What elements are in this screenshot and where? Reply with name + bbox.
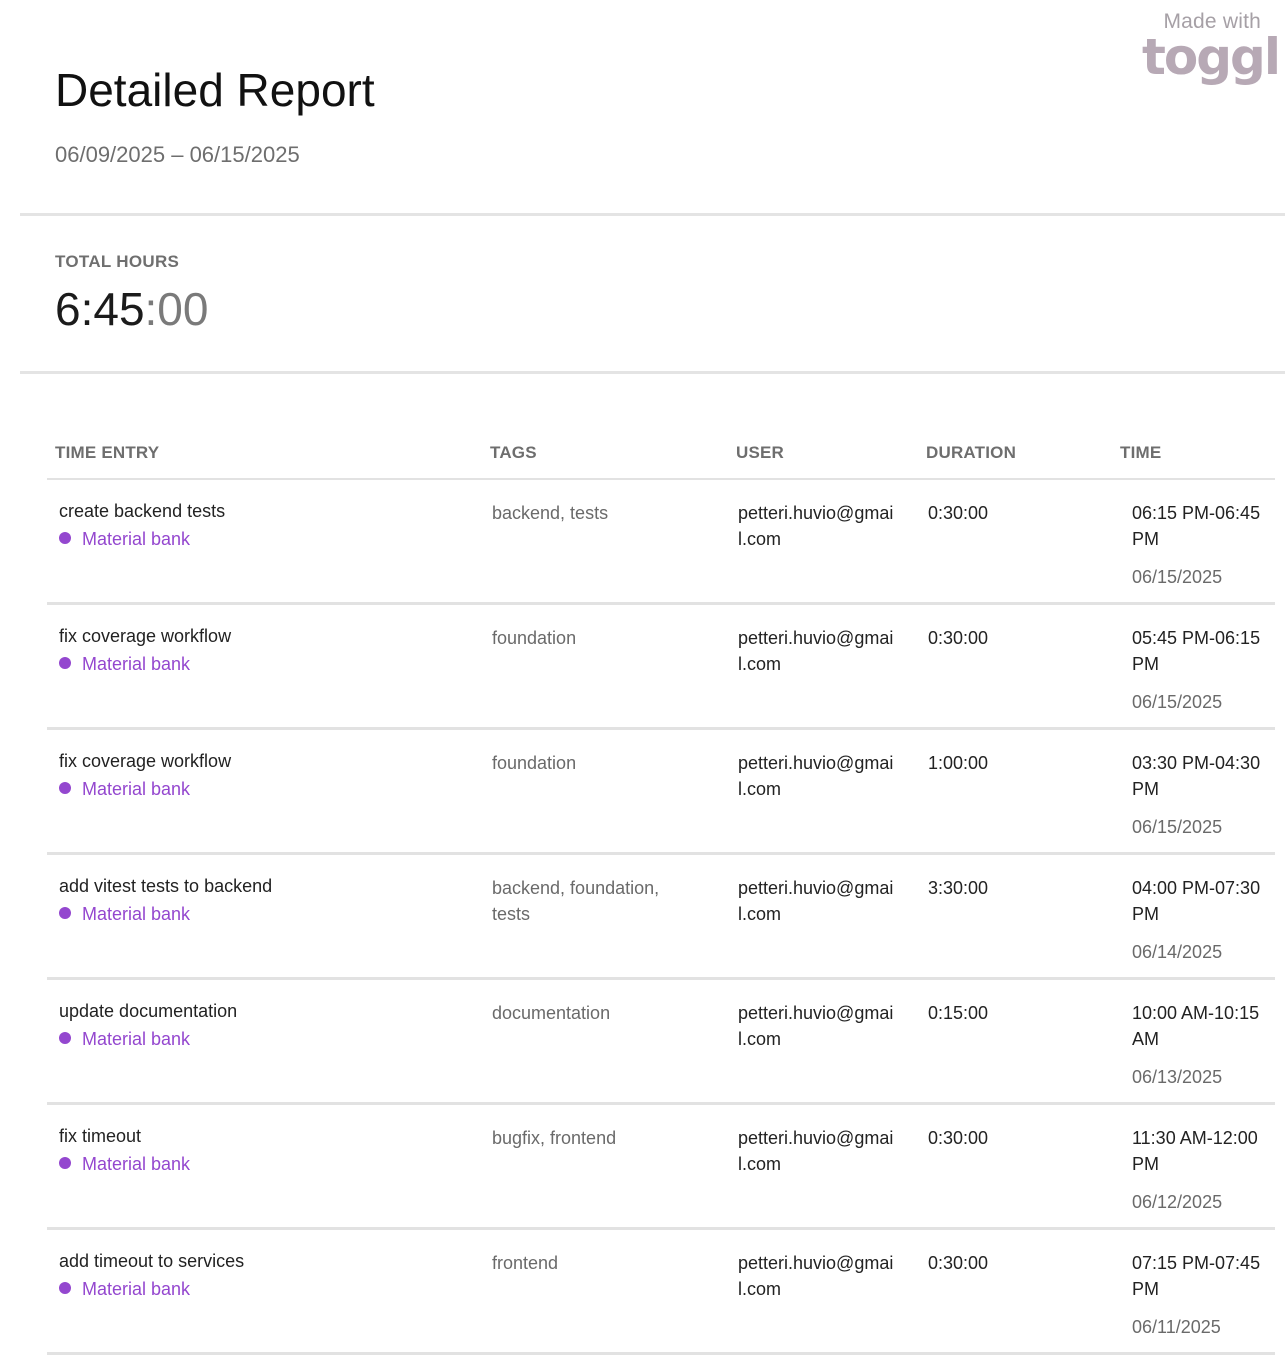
- entry-tags: frontend: [492, 1253, 559, 1273]
- entry-project: Material bank: [59, 1026, 190, 1052]
- project-color-dot: [59, 1157, 71, 1169]
- entry-date: 06/14/2025: [1132, 942, 1223, 962]
- entry-description: add timeout to services: [59, 1251, 245, 1271]
- entry-description: create backend tests: [59, 501, 226, 521]
- entry-duration: 0:30:00: [928, 1128, 989, 1148]
- project-name: Material bank: [82, 904, 191, 924]
- table-row: fix timeout Material bank bugfix, fronte…: [47, 1105, 1275, 1230]
- entry-time-range: 07:15 PM-07:45 PM: [1132, 1253, 1261, 1299]
- entry-description: fix timeout: [59, 1126, 142, 1146]
- project-color-dot: [59, 782, 71, 794]
- entry-time-range: 04:00 PM-07:30 PM: [1132, 878, 1261, 924]
- entry-user: petteri.huvio@gmail.com: [738, 1253, 894, 1299]
- entry-description: fix coverage workflow: [59, 751, 232, 771]
- entry-tags: backend, tests: [492, 503, 609, 523]
- project-color-dot: [59, 1282, 71, 1294]
- entry-date: 06/15/2025: [1132, 817, 1223, 837]
- entry-tags: foundation: [492, 628, 577, 648]
- entry-time-range: 10:00 AM-10:15 AM: [1132, 1003, 1260, 1049]
- report-title: Detailed Report: [55, 64, 375, 116]
- table-row: add timeout to services Material bank fr…: [47, 1230, 1275, 1355]
- table-row: create backend tests Material bank backe…: [47, 480, 1275, 605]
- entry-description: fix coverage workflow: [59, 626, 232, 646]
- project-name: Material bank: [82, 1029, 191, 1049]
- total-hours-main: 6:45: [55, 283, 145, 335]
- entry-duration: 0:30:00: [928, 628, 989, 648]
- entry-duration: 0:15:00: [928, 1003, 989, 1023]
- entry-duration: 0:30:00: [928, 1253, 989, 1273]
- entry-duration: 0:30:00: [928, 503, 989, 523]
- entry-tags: bugfix, frontend: [492, 1128, 617, 1148]
- entry-date: 06/15/2025: [1132, 692, 1223, 712]
- entry-project: Material bank: [59, 1276, 190, 1302]
- entry-date: 06/13/2025: [1132, 1067, 1223, 1087]
- entry-tags: backend, foundation, tests: [492, 878, 660, 924]
- project-name: Material bank: [82, 529, 191, 549]
- entry-user: petteri.huvio@gmail.com: [738, 628, 894, 674]
- entry-project: Material bank: [59, 1151, 190, 1177]
- project-color-dot: [59, 907, 71, 919]
- entry-time-range: 05:45 PM-06:15 PM: [1132, 628, 1261, 674]
- column-header-user: USER: [736, 443, 785, 462]
- entry-user: petteri.huvio@gmail.com: [738, 753, 894, 799]
- project-name: Material bank: [82, 779, 191, 799]
- entry-project: Material bank: [59, 901, 190, 927]
- total-hours-value: 6:45:00: [55, 282, 208, 336]
- entry-date: 06/11/2025: [1132, 1317, 1221, 1337]
- entry-user: petteri.huvio@gmail.com: [738, 503, 894, 549]
- table-row: update documentation Material bank docum…: [47, 980, 1275, 1105]
- entry-project: Material bank: [59, 651, 190, 677]
- entry-duration: 3:30:00: [928, 878, 989, 898]
- entry-time-range: 03:30 PM-04:30 PM: [1132, 753, 1261, 799]
- column-header-time-entry: TIME ENTRY: [55, 443, 160, 462]
- project-name: Material bank: [82, 1154, 191, 1174]
- table-row: fix coverage workflow Material bank foun…: [47, 605, 1275, 730]
- project-name: Material bank: [82, 1279, 191, 1299]
- time-entries-table: TIME ENTRY TAGS USER DURATION TIME creat…: [47, 428, 1275, 1355]
- entry-project: Material bank: [59, 526, 190, 552]
- entry-date: 06/12/2025: [1132, 1192, 1223, 1212]
- entry-date: 06/15/2025: [1132, 567, 1223, 587]
- project-name: Material bank: [82, 654, 191, 674]
- entry-user: petteri.huvio@gmail.com: [738, 878, 894, 924]
- total-hours-seconds: :00: [144, 283, 209, 335]
- project-color-dot: [59, 532, 71, 544]
- column-header-duration: DURATION: [926, 443, 1017, 462]
- column-header-tags: TAGS: [490, 443, 537, 462]
- made-with-toggl-badge: Made with toggl: [1139, 10, 1281, 86]
- table-row: fix coverage workflow Material bank foun…: [47, 730, 1275, 855]
- entry-duration: 1:00:00: [928, 753, 989, 773]
- column-header-time: TIME: [1120, 443, 1162, 462]
- project-color-dot: [59, 1032, 71, 1044]
- entry-user: petteri.huvio@gmail.com: [738, 1003, 894, 1049]
- date-range: 06/09/2025 – 06/15/2025: [55, 142, 300, 167]
- total-hours-label: TOTAL HOURS: [55, 252, 180, 271]
- entry-description: update documentation: [59, 1001, 238, 1021]
- entry-time-range: 11:30 AM-12:00 PM: [1132, 1128, 1258, 1174]
- project-color-dot: [59, 657, 71, 669]
- table-row: add vitest tests to backend Material ban…: [47, 855, 1275, 980]
- entry-tags: documentation: [492, 1003, 611, 1023]
- divider: [20, 213, 1285, 216]
- toggl-logo: toggl: [1142, 28, 1281, 86]
- entry-description: add vitest tests to backend: [59, 876, 273, 896]
- table-body: create backend tests Material bank backe…: [47, 480, 1275, 1355]
- entry-user: petteri.huvio@gmail.com: [738, 1128, 894, 1174]
- entry-tags: foundation: [492, 753, 577, 773]
- entry-project: Material bank: [59, 776, 190, 802]
- divider: [20, 371, 1285, 374]
- table-header: TIME ENTRY TAGS USER DURATION TIME: [47, 428, 1275, 480]
- entry-time-range: 06:15 PM-06:45 PM: [1132, 503, 1261, 549]
